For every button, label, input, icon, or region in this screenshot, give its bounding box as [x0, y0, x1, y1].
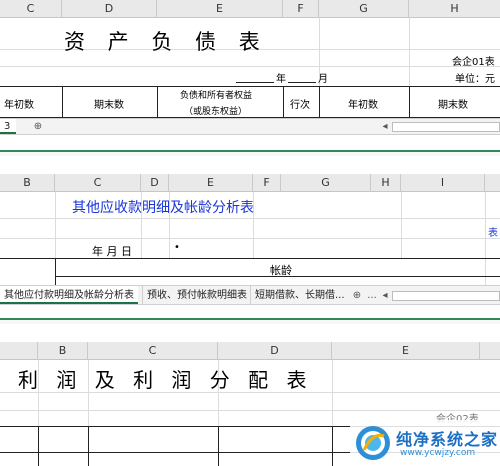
horizontal-scrollbar[interactable] — [392, 122, 500, 132]
column-header-h[interactable]: H — [409, 0, 500, 18]
sheet-tab-stub[interactable]: 3 — [0, 119, 16, 134]
window-separator — [0, 150, 500, 156]
column-header-i[interactable]: I — [401, 174, 485, 192]
add-sheet-icon[interactable]: ⊕ — [350, 288, 364, 304]
tab-scroll-left-icon[interactable]: ◂ — [380, 288, 390, 304]
header-opening-balance-2: 年初数 — [348, 100, 378, 111]
sheet-title: 资 产 负 债 表 — [64, 30, 268, 54]
column-header-b[interactable]: B — [0, 174, 55, 192]
watermark-text: 纯净系统之家 — [396, 430, 499, 449]
header-liabilities-equity: 负债和所有者权益 — [180, 91, 253, 101]
column-header-e[interactable]: E — [332, 342, 480, 360]
sheet-title: 利 润 及 利 润 分 配 表 — [18, 368, 313, 392]
column-header-bar: B C D E — [0, 342, 500, 360]
column-header-g[interactable]: G — [281, 174, 371, 192]
more-options-icon[interactable]: ... — [366, 288, 378, 304]
horizontal-scrollbar[interactable] — [392, 291, 500, 301]
edge-text: 表 — [488, 228, 498, 239]
sheet-tab-advances[interactable]: 预收、预付帐款明细表 — [142, 286, 251, 304]
watermark-logo-icon — [354, 424, 392, 462]
column-header-b[interactable]: B — [38, 342, 88, 360]
column-header-bar: C D E F G H — [0, 0, 500, 18]
header-closing-balance: 期末数 — [94, 100, 124, 111]
column-header-h[interactable]: H — [371, 174, 401, 192]
header-closing-balance-2: 期末数 — [438, 100, 468, 111]
column-header-d[interactable]: D — [218, 342, 332, 360]
column-header-f[interactable]: F — [283, 0, 319, 18]
form-code: 会企01表 — [452, 57, 495, 68]
date-month-label: 月 — [318, 74, 328, 85]
sheet-tab-bar: 3 ⊕ ◂ — [0, 118, 500, 135]
tab-scroll-left-icon[interactable]: ◂ — [380, 119, 390, 135]
column-header-d[interactable]: D — [62, 0, 157, 18]
header-shareholder-equity: （或股东权益） — [184, 107, 248, 117]
column-header-c[interactable]: C — [88, 342, 218, 360]
aging-label: 帐龄 — [270, 264, 292, 277]
column-header-f[interactable]: F — [253, 174, 281, 192]
add-sheet-icon[interactable]: ⊕ — [30, 119, 46, 135]
sheet-tab-bar: 其他应付款明细及帐龄分析表 预收、预付帐款明细表 短期借款、长期借... ⊕ .… — [0, 285, 500, 305]
watermark: 纯净系统之家 www.ycwjzy.com — [350, 420, 500, 466]
column-header-c[interactable]: C — [0, 0, 62, 18]
window-separator — [0, 318, 500, 324]
header-line-no: 行次 — [290, 100, 310, 111]
header-opening-balance: 年初数 — [4, 100, 34, 111]
column-header-g[interactable]: G — [319, 0, 409, 18]
sheet-tab-borrowings[interactable]: 短期借款、长期借... — [250, 286, 349, 304]
date-year-label: 年 — [276, 74, 286, 85]
column-header-e[interactable]: E — [157, 0, 283, 18]
watermark-url: www.ycwjzy.com — [400, 448, 476, 458]
bullet-mark: • — [174, 242, 180, 253]
column-header-a[interactable] — [0, 342, 38, 360]
sheet-tab-other-payables[interactable]: 其他应付款明细及帐龄分析表 — [0, 286, 138, 304]
unit-label: 单位：元 — [455, 74, 495, 85]
date-line: 年 月 日 — [92, 245, 132, 258]
column-header-e[interactable]: E — [169, 174, 253, 192]
column-header-c[interactable]: C — [55, 174, 141, 192]
column-header-bar: B C D E F G H I — [0, 174, 500, 192]
column-header-d[interactable]: D — [141, 174, 169, 192]
sheet-title: 其他应收款明细及帐龄分析表 — [72, 200, 254, 216]
